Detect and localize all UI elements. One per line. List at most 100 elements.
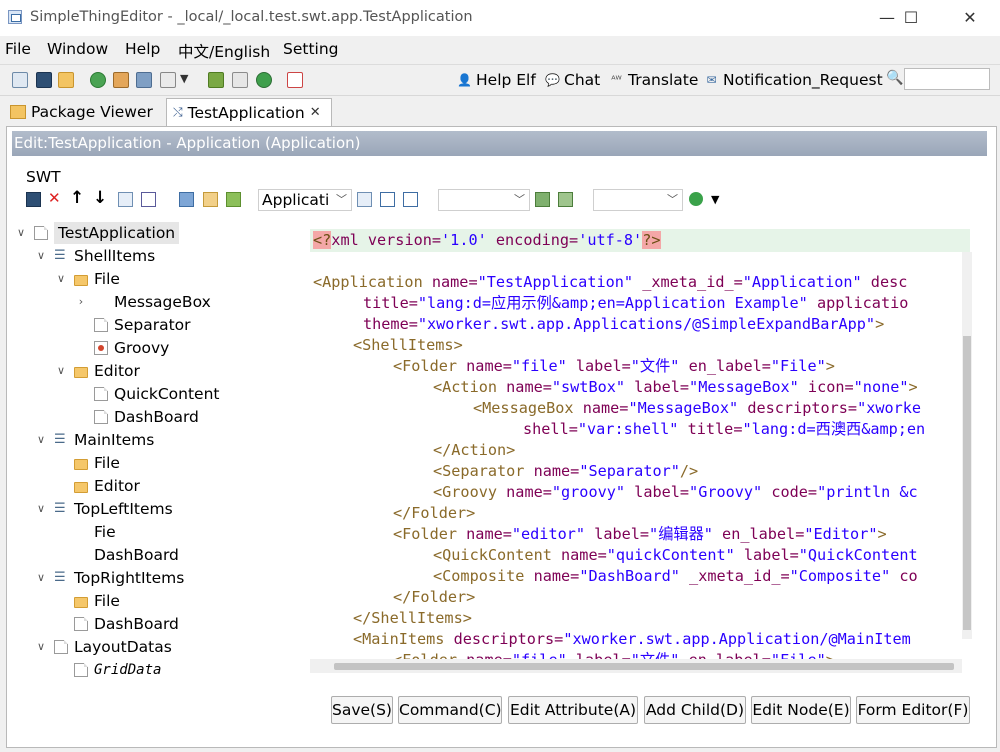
collapse-icon[interactable]: ∨ [34,429,48,451]
tree-label: LayoutDatas [74,638,172,656]
tab-app-label: TestApplication [187,103,305,122]
tree-item-mainitems[interactable]: ∨ MainItems [34,429,154,451]
command-button[interactable]: Command(C) [398,696,502,724]
horizontal-scroll-thumb[interactable] [334,663,954,670]
tree-item-file[interactable]: ∨ File [54,268,120,290]
tab-package-viewer[interactable]: Package Viewer [4,98,162,126]
thing-combo[interactable]: Applicati ﹀ [258,189,352,211]
xml-export-icon[interactable] [380,192,395,207]
tree-item-separator[interactable]: Separator [94,314,191,336]
tool-icon[interactable] [208,72,224,88]
collapse-icon[interactable]: ∨ [34,567,48,589]
tab-package-label: Package Viewer [31,103,153,121]
edit-header: Edit:TestApplication - Application (Appl… [12,131,987,156]
tag-icon[interactable] [226,192,241,207]
tree-item-topright-dashboard[interactable]: DashBoard [74,613,179,635]
properties-icon[interactable] [232,72,248,88]
tree-item-groovy[interactable]: Groovy [94,337,169,359]
refresh-icon[interactable] [90,72,106,88]
globe-icon[interactable] [256,72,272,88]
menu-file[interactable]: File [5,40,31,58]
tree-item-editor[interactable]: ∨ Editor [54,360,140,382]
collapse-icon[interactable]: ∨ [14,222,28,244]
expand-icon[interactable]: › [74,291,88,313]
add-child-button[interactable]: Add Child(D) [644,696,746,724]
combo-arrow-icon: ﹀ [667,193,678,206]
dropdown-arrow-icon[interactable]: ▼ [180,72,188,85]
maximize-button[interactable]: ☐ [888,4,934,32]
code-line: </Folder> [393,504,476,522]
form-editor-button[interactable]: Form Editor(F) [856,696,970,724]
document-icon[interactable] [203,192,218,207]
menu-window[interactable]: Window [47,40,108,58]
chat-icon: 💬 [545,72,560,87]
edit-node-button[interactable]: Edit Node(E) [751,696,851,724]
chat-link[interactable]: 💬 Chat [545,71,600,89]
help-elf-link[interactable]: 👤 Help Elf [457,71,536,89]
collapse-icon[interactable]: ∨ [54,268,68,290]
move-up-icon[interactable]: ↑ [70,188,84,208]
app-icon [8,10,22,24]
tab-test-application[interactable]: ⤭ TestApplication ✕ [166,98,332,126]
tree-item-toprightitems[interactable]: ∨ TopRightItems [34,567,184,589]
pdf-icon[interactable] [287,72,303,88]
tree-label: MessageBox [114,293,211,311]
collapse-icon[interactable]: ∨ [54,360,68,382]
tree-item-main-editor[interactable]: Editor [74,475,140,497]
tree-item-shellitems[interactable]: ∨ ShellItems [34,245,155,267]
code-line: </Folder> [393,588,476,606]
list-icon [54,498,68,520]
search-input[interactable] [904,68,990,90]
delete-icon[interactable]: ✕ [48,189,61,207]
open-folder-icon[interactable] [58,72,74,88]
move-down-icon[interactable]: ↓ [93,188,107,208]
link-icon[interactable] [357,192,372,207]
application-icon: ⤭ [173,105,183,119]
tab-close-icon[interactable]: ✕ [310,105,321,120]
tree-item-messagebox[interactable]: › MessageBox [74,291,211,313]
tree-item-griddata[interactable]: GridData [74,659,161,681]
menu-setting[interactable]: Setting [283,40,339,58]
collapse-icon[interactable]: ∨ [34,636,48,658]
action-combo[interactable]: ﹀ [593,189,683,211]
xml-import-icon[interactable] [403,192,418,207]
copy-icon[interactable] [118,192,133,207]
run-icon[interactable] [558,192,573,207]
descriptor-combo[interactable]: ﹀ [438,189,530,211]
document-icon [74,617,88,631]
tree-item-layoutdatas[interactable]: ∨ LayoutDatas [34,636,172,658]
translate-link[interactable]: ᴬᵂ Translate [609,71,698,89]
window-icon[interactable] [160,72,176,88]
save-icon[interactable] [26,192,41,207]
play-dropdown-icon[interactable]: ▼ [711,193,719,206]
tree-item-topright-file[interactable]: File [74,590,120,612]
tree-item-topleft-dashboard[interactable]: DashBoard [74,544,179,566]
blank-icon [94,295,108,309]
tree-item-topleftitems[interactable]: ∨ TopLeftItems [34,498,173,520]
blank-icon [74,525,88,539]
notification-link[interactable]: ✉ Notification_Request [704,71,882,89]
tree-item-fie[interactable]: Fie [74,521,116,543]
play-icon[interactable] [689,192,703,206]
add-icon[interactable] [535,192,550,207]
tree-item-main-file[interactable]: File [74,452,120,474]
menu-language[interactable]: 中文/English [178,40,270,62]
monitor-icon[interactable] [136,72,152,88]
tree-item-dashboard[interactable]: DashBoard [94,406,199,428]
edit-attribute-button[interactable]: Edit Attribute(A) [508,696,638,724]
collapse-icon[interactable]: ∨ [34,498,48,520]
tree-label: MainItems [74,431,155,449]
home-icon[interactable] [12,72,28,88]
collapse-icon[interactable]: ∨ [34,245,48,267]
users-icon[interactable] [113,72,129,88]
vertical-scroll-thumb[interactable] [963,336,971,630]
code-line: <Separator name="Separator"/> [433,462,699,480]
menu-help[interactable]: Help [125,40,160,58]
outline-icon[interactable] [179,192,194,207]
xml-icon[interactable] [141,192,156,207]
tree-item-root[interactable]: ∨ TestApplication [14,222,180,244]
save-icon[interactable] [36,72,52,88]
close-button[interactable]: ✕ [947,4,993,32]
tree-item-quickcontent[interactable]: QuickContent [94,383,219,405]
save-button[interactable]: Save(S) [331,696,393,724]
